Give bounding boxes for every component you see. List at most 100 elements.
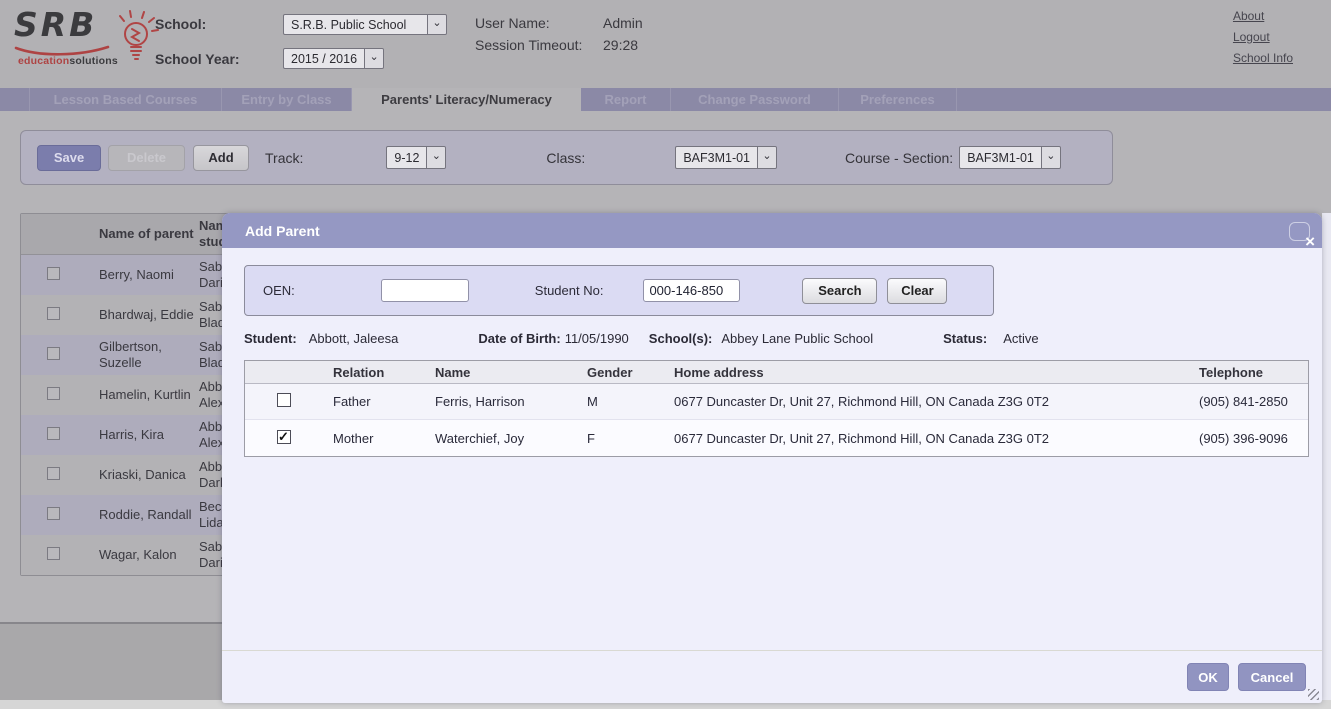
save-button[interactable]: Save	[37, 145, 101, 171]
delete-button: Delete	[108, 145, 185, 171]
row-checkbox[interactable]	[47, 307, 60, 320]
col-telephone: Telephone	[1177, 365, 1308, 380]
parent-name: Roddie, Randall	[99, 503, 199, 527]
checkbox-unchecked[interactable]	[277, 393, 291, 407]
results-header: Relation Name Gender Home address Teleph…	[245, 361, 1308, 384]
name-value: Waterchief, Joy	[435, 431, 587, 446]
class-label: Class:	[546, 150, 585, 166]
chevron-down-icon	[427, 15, 446, 34]
address-value: 0677 Duncaster Dr, Unit 27, Richmond Hil…	[674, 394, 1177, 409]
add-button[interactable]: Add	[193, 145, 249, 171]
tab-report[interactable]: Report	[581, 88, 671, 111]
name-value: Ferris, Harrison	[435, 394, 587, 409]
row-checkbox[interactable]	[47, 427, 60, 440]
about-link[interactable]: About	[1233, 9, 1293, 23]
course-section-select[interactable]: BAF3M1-01	[959, 146, 1061, 169]
tab-entry-by-class[interactable]: Entry by Class	[222, 88, 352, 111]
student-value: Abbott, Jaleesa	[309, 331, 399, 346]
class-select[interactable]: BAF3M1-01	[675, 146, 777, 169]
dob-value: 11/05/1990	[565, 331, 629, 346]
row-checkbox[interactable]	[47, 387, 60, 400]
col-relation: Relation	[333, 365, 435, 380]
col-name-of-parent: Name of parent	[99, 222, 199, 246]
session-timeout-label: Session Timeout:	[475, 37, 603, 53]
tab-bar: Lesson Based Courses Entry by Class Pare…	[0, 88, 1331, 111]
address-value: 0677 Duncaster Dr, Unit 27, Richmond Hil…	[674, 431, 1177, 446]
track-select[interactable]: 9-12	[386, 146, 446, 169]
checkbox-checked[interactable]	[277, 430, 291, 444]
clear-button[interactable]: Clear	[887, 278, 947, 304]
resize-handle-icon[interactable]	[1308, 689, 1319, 700]
session-info: User Name: Admin Session Timeout: 29:28	[475, 15, 643, 53]
search-button[interactable]: Search	[802, 278, 877, 304]
telephone-value: (905) 841-2850	[1177, 394, 1308, 409]
track-label: Track:	[265, 150, 303, 166]
parent-name: Harris, Kira	[99, 423, 199, 447]
tab-parents-literacy-numeracy[interactable]: Parents' Literacy/Numeracy	[352, 88, 581, 111]
dialog-footer: OK Cancel	[222, 650, 1322, 703]
tab-preferences[interactable]: Preferences	[839, 88, 957, 111]
parent-name: Wagar, Kalon	[99, 543, 199, 567]
dialog-title: Add Parent	[245, 223, 320, 239]
tab-change-password[interactable]: Change Password	[671, 88, 839, 111]
table-row: Mother Waterchief, Joy F 0677 Duncaster …	[245, 420, 1308, 456]
header: SRB educationsolutions School: S.R.B. Pu…	[0, 0, 1331, 88]
table-row: Father Ferris, Harrison M 0677 Duncaster…	[245, 384, 1308, 420]
student-label: Student:	[244, 331, 297, 346]
student-no-input[interactable]	[643, 279, 740, 302]
row-checkbox[interactable]	[47, 507, 60, 520]
row-checkbox[interactable]	[47, 267, 60, 280]
status-label: Status:	[943, 331, 987, 346]
school-label: School:	[155, 16, 206, 32]
status-value: Active	[1003, 331, 1038, 346]
session-timeout-value: 29:28	[603, 37, 643, 53]
telephone-value: (905) 396-9096	[1177, 431, 1308, 446]
chevron-down-icon	[1041, 147, 1060, 168]
relation-value: Mother	[333, 431, 435, 446]
chevron-down-icon	[364, 49, 383, 68]
row-checkbox[interactable]	[47, 467, 60, 480]
student-no-label: Student No:	[535, 283, 604, 298]
add-parent-dialog: Add Parent OEN: Student No: Search Clear…	[222, 213, 1322, 703]
school-select[interactable]: S.R.B. Public School	[283, 14, 447, 35]
user-name-value: Admin	[603, 15, 643, 31]
chevron-down-icon	[426, 147, 445, 168]
close-icon[interactable]	[1289, 222, 1310, 241]
logo-subtitle: educationsolutions	[18, 55, 118, 67]
user-name-label: User Name:	[475, 15, 603, 31]
toolbar: Save Delete Add Track: 9-12 Class: BAF3M…	[20, 130, 1113, 185]
parent-name: Kriaski, Danica	[99, 463, 199, 487]
logo: SRB educationsolutions	[14, 8, 164, 80]
parent-name: Hamelin, Kurtlin	[99, 383, 199, 407]
col-gender: Gender	[587, 365, 674, 380]
oen-input[interactable]	[381, 279, 469, 302]
student-info-row: Student: Abbott, Jaleesa Date of Birth: …	[222, 331, 1322, 346]
school-year-label: School Year:	[155, 51, 240, 67]
dialog-titlebar: Add Parent	[222, 213, 1322, 248]
col-home-address: Home address	[674, 365, 1177, 380]
school-year-select[interactable]: 2015 / 2016	[283, 48, 384, 69]
relation-value: Father	[333, 394, 435, 409]
search-panel: OEN: Student No: Search Clear	[244, 265, 994, 316]
parent-name: Gilbertson, Suzelle	[99, 335, 199, 375]
parents-results-table: Relation Name Gender Home address Teleph…	[244, 360, 1309, 457]
cancel-button[interactable]: Cancel	[1238, 663, 1306, 691]
header-links: About Logout School Info	[1233, 9, 1293, 65]
right-edge-strip	[1322, 213, 1331, 700]
schools-label: School(s):	[649, 331, 713, 346]
row-checkbox[interactable]	[47, 347, 60, 360]
col-name: Name	[435, 365, 587, 380]
chevron-down-icon	[757, 147, 776, 168]
row-checkbox[interactable]	[47, 547, 60, 560]
school-info-link[interactable]: School Info	[1233, 51, 1293, 65]
course-section-label: Course - Section:	[845, 150, 953, 166]
oen-label: OEN:	[263, 283, 295, 298]
ok-button[interactable]: OK	[1187, 663, 1229, 691]
logout-link[interactable]: Logout	[1233, 30, 1293, 44]
tab-spacer	[0, 88, 30, 111]
parent-name: Berry, Naomi	[99, 263, 199, 287]
app-window: SRB educationsolutions School: S.R.B. Pu…	[0, 0, 1331, 709]
tab-lesson-based-courses[interactable]: Lesson Based Courses	[30, 88, 222, 111]
parent-name: Bhardwaj, Eddie	[99, 303, 199, 327]
gender-value: F	[587, 431, 674, 446]
